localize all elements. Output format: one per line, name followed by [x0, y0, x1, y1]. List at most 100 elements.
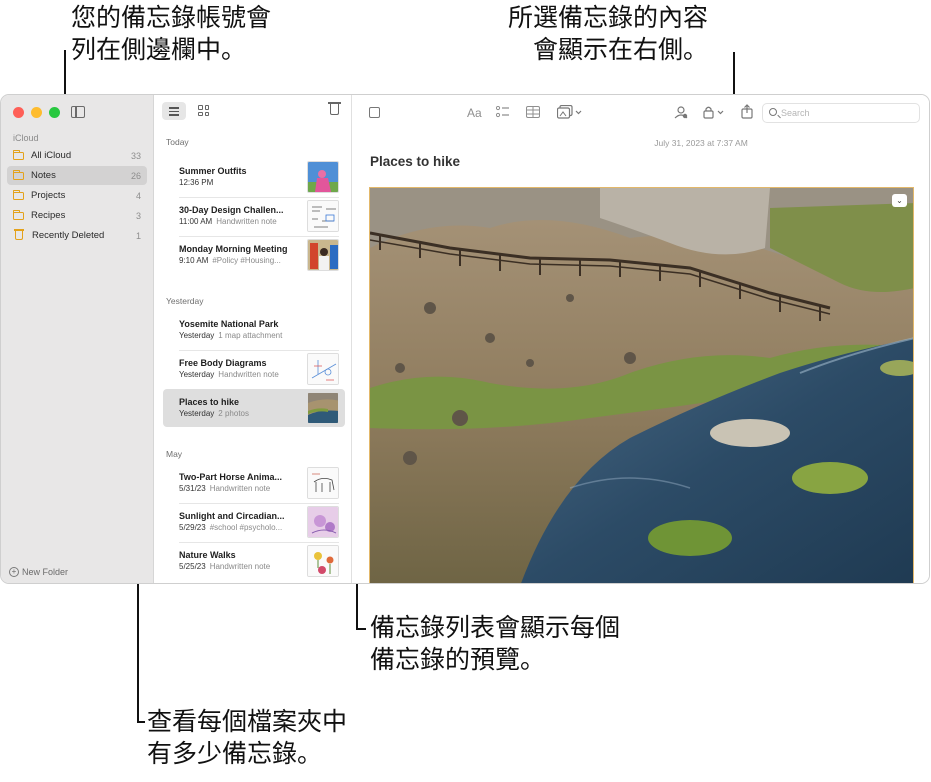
sidebar-item-recently-deleted[interactable]: Recently Deleted 1 [7, 226, 147, 245]
folder-icon [13, 209, 24, 220]
note-preview: Handwritten note [216, 217, 277, 226]
note-preview: 1 map attachment [218, 331, 283, 340]
trash-icon [14, 229, 24, 240]
callout-line: 備忘錄的預覽。 [370, 645, 546, 674]
section-header: Yesterday [166, 296, 204, 306]
list-view-button[interactable] [162, 102, 186, 120]
note-row[interactable]: Two-Part Horse Anima... 5/31/23 Handwritt… [163, 464, 345, 502]
share-icon[interactable] [741, 104, 753, 119]
note-time: 5/31/23 [179, 484, 206, 493]
note-list: Today Summer Outfits 12:36 PM 30-Day Des… [154, 95, 352, 583]
checklist-icon[interactable] [496, 106, 510, 118]
table-icon[interactable] [526, 106, 540, 118]
compose-icon[interactable] [369, 107, 380, 118]
folder-list: All iCloud 33 Notes 26 Projects 4 Recipe… [7, 146, 147, 246]
lock-icon[interactable] [703, 105, 727, 119]
note-time: Yesterday [179, 331, 215, 340]
note-time: 9:10 AM [179, 256, 209, 265]
sidebar: iCloud All iCloud 33 Notes 26 Projects 4… [1, 95, 154, 583]
note-row[interactable]: 30-Day Design Challen... 11:00 AM Handwri… [163, 197, 345, 235]
note-thumbnail [307, 161, 339, 193]
note-thumbnail [307, 239, 339, 271]
callout-line: 列在側邊欄中。 [71, 35, 247, 64]
note-row[interactable]: Free Body Diagrams Yesterday Handwritten … [163, 350, 345, 388]
callout-accounts: 您的備忘錄帳號會 列在側邊欄中。 [71, 2, 271, 66]
folder-count: 33 [130, 150, 141, 161]
close-button[interactable] [13, 107, 24, 118]
delete-note-button[interactable] [328, 102, 341, 115]
note-time: 5/25/23 [179, 562, 206, 571]
note-list-toolbar [162, 102, 343, 122]
note-thumbnail [307, 353, 339, 385]
callout-preview: 備忘錄列表會顯示每個 備忘錄的預覽。 [370, 612, 620, 676]
minimize-button[interactable] [31, 107, 42, 118]
folder-name: Recipes [31, 210, 66, 221]
sidebar-toggle-icon[interactable] [71, 106, 85, 118]
chevron-down-icon[interactable]: ⌄ [892, 194, 907, 207]
search-icon [769, 108, 777, 116]
sidebar-item-all-icloud[interactable]: All iCloud 33 [7, 146, 147, 165]
note-preview: #Policy #Housing... [212, 256, 281, 265]
note-preview: Handwritten note [209, 562, 271, 571]
account-label: iCloud [13, 133, 39, 143]
folder-icon [13, 149, 24, 160]
note-meta: 11:00 AM Handwritten note [179, 217, 303, 226]
note-meta: Yesterday 1 map attachment [179, 331, 303, 340]
folder-count: 4 [135, 190, 141, 201]
note-title: Summer Outfits [179, 166, 247, 176]
callout-line: 查看每個檔案夾中 [147, 707, 348, 736]
list-icon [169, 110, 179, 112]
note-time: 5/29/23 [179, 523, 206, 532]
notes-window: iCloud All iCloud 33 Notes 26 Projects 4… [0, 94, 930, 584]
callout-line: 有多少備忘錄。 [147, 739, 323, 768]
format-button[interactable]: Aa [467, 106, 482, 120]
media-icon[interactable] [557, 105, 583, 119]
landscape-photo [370, 188, 913, 583]
leader-line [356, 628, 366, 630]
note-preview: #school #psycholo... [209, 523, 283, 532]
note-meta: 5/29/23 #school #psycholo... [179, 523, 303, 532]
note-title: Two-Part Horse Anima... [179, 472, 283, 482]
sidebar-item-notes[interactable]: Notes 26 [7, 166, 147, 185]
note-row[interactable]: Monday Morning Meeting 9:10 AM #Policy #H… [163, 236, 345, 274]
section-header: Today [166, 137, 189, 147]
note-row[interactable]: Nature Walks 5/25/23 Handwritten note [163, 542, 345, 580]
note-thumbnail [307, 545, 339, 577]
note-title: Places to hike [179, 397, 240, 407]
note-title: Sunlight and Circadian... [179, 511, 285, 521]
note-time: 11:00 AM [179, 217, 213, 226]
note-thumbnail [307, 467, 339, 499]
note-thumbnail [307, 200, 339, 232]
sidebar-item-recipes[interactable]: Recipes 3 [7, 206, 147, 225]
sidebar-item-projects[interactable]: Projects 4 [7, 186, 147, 205]
note-editor: Aa Search July 31, 2023 at 7:37 AM Place… [353, 95, 929, 583]
note-thumbnail [307, 392, 339, 424]
folder-icon [13, 189, 24, 200]
folder-count: 26 [130, 170, 141, 181]
note-row[interactable]: Sunlight and Circadian... 5/29/23 #school… [163, 503, 345, 541]
gallery-view-button[interactable] [198, 105, 210, 117]
note-preview: 2 photos [218, 409, 249, 418]
new-folder-button[interactable]: + New Folder [9, 567, 68, 577]
note-meta: 5/25/23 Handwritten note [179, 562, 303, 571]
search-field[interactable] [762, 103, 920, 123]
note-row[interactable]: Summer Outfits 12:36 PM [163, 158, 345, 196]
note-photo[interactable]: ⌄ [369, 187, 914, 583]
folder-count: 3 [135, 210, 141, 221]
note-time: Yesterday [179, 370, 215, 379]
plus-circle-icon: + [9, 567, 19, 577]
note-row-selected[interactable]: Places to hike Yesterday 2 photos [163, 389, 345, 427]
note-title: Free Body Diagrams [179, 358, 267, 368]
note-title: 30-Day Design Challen... [179, 205, 284, 215]
callout-line: 您的備忘錄帳號會 [71, 3, 272, 32]
search-input[interactable] [781, 106, 911, 120]
callout-counts: 查看每個檔案夾中 有多少備忘錄。 [147, 706, 347, 770]
note-date: July 31, 2023 at 7:37 AM [654, 138, 748, 148]
callout-line: 會顯示在右側。 [533, 35, 709, 64]
note-row[interactable]: Yosemite National Park Yesterday 1 map at… [163, 311, 345, 349]
folder-name: Recently Deleted [32, 230, 105, 241]
folder-icon [13, 169, 24, 180]
zoom-button[interactable] [49, 107, 60, 118]
note-title: Yosemite National Park [179, 319, 279, 329]
collaborate-icon[interactable] [674, 105, 688, 119]
